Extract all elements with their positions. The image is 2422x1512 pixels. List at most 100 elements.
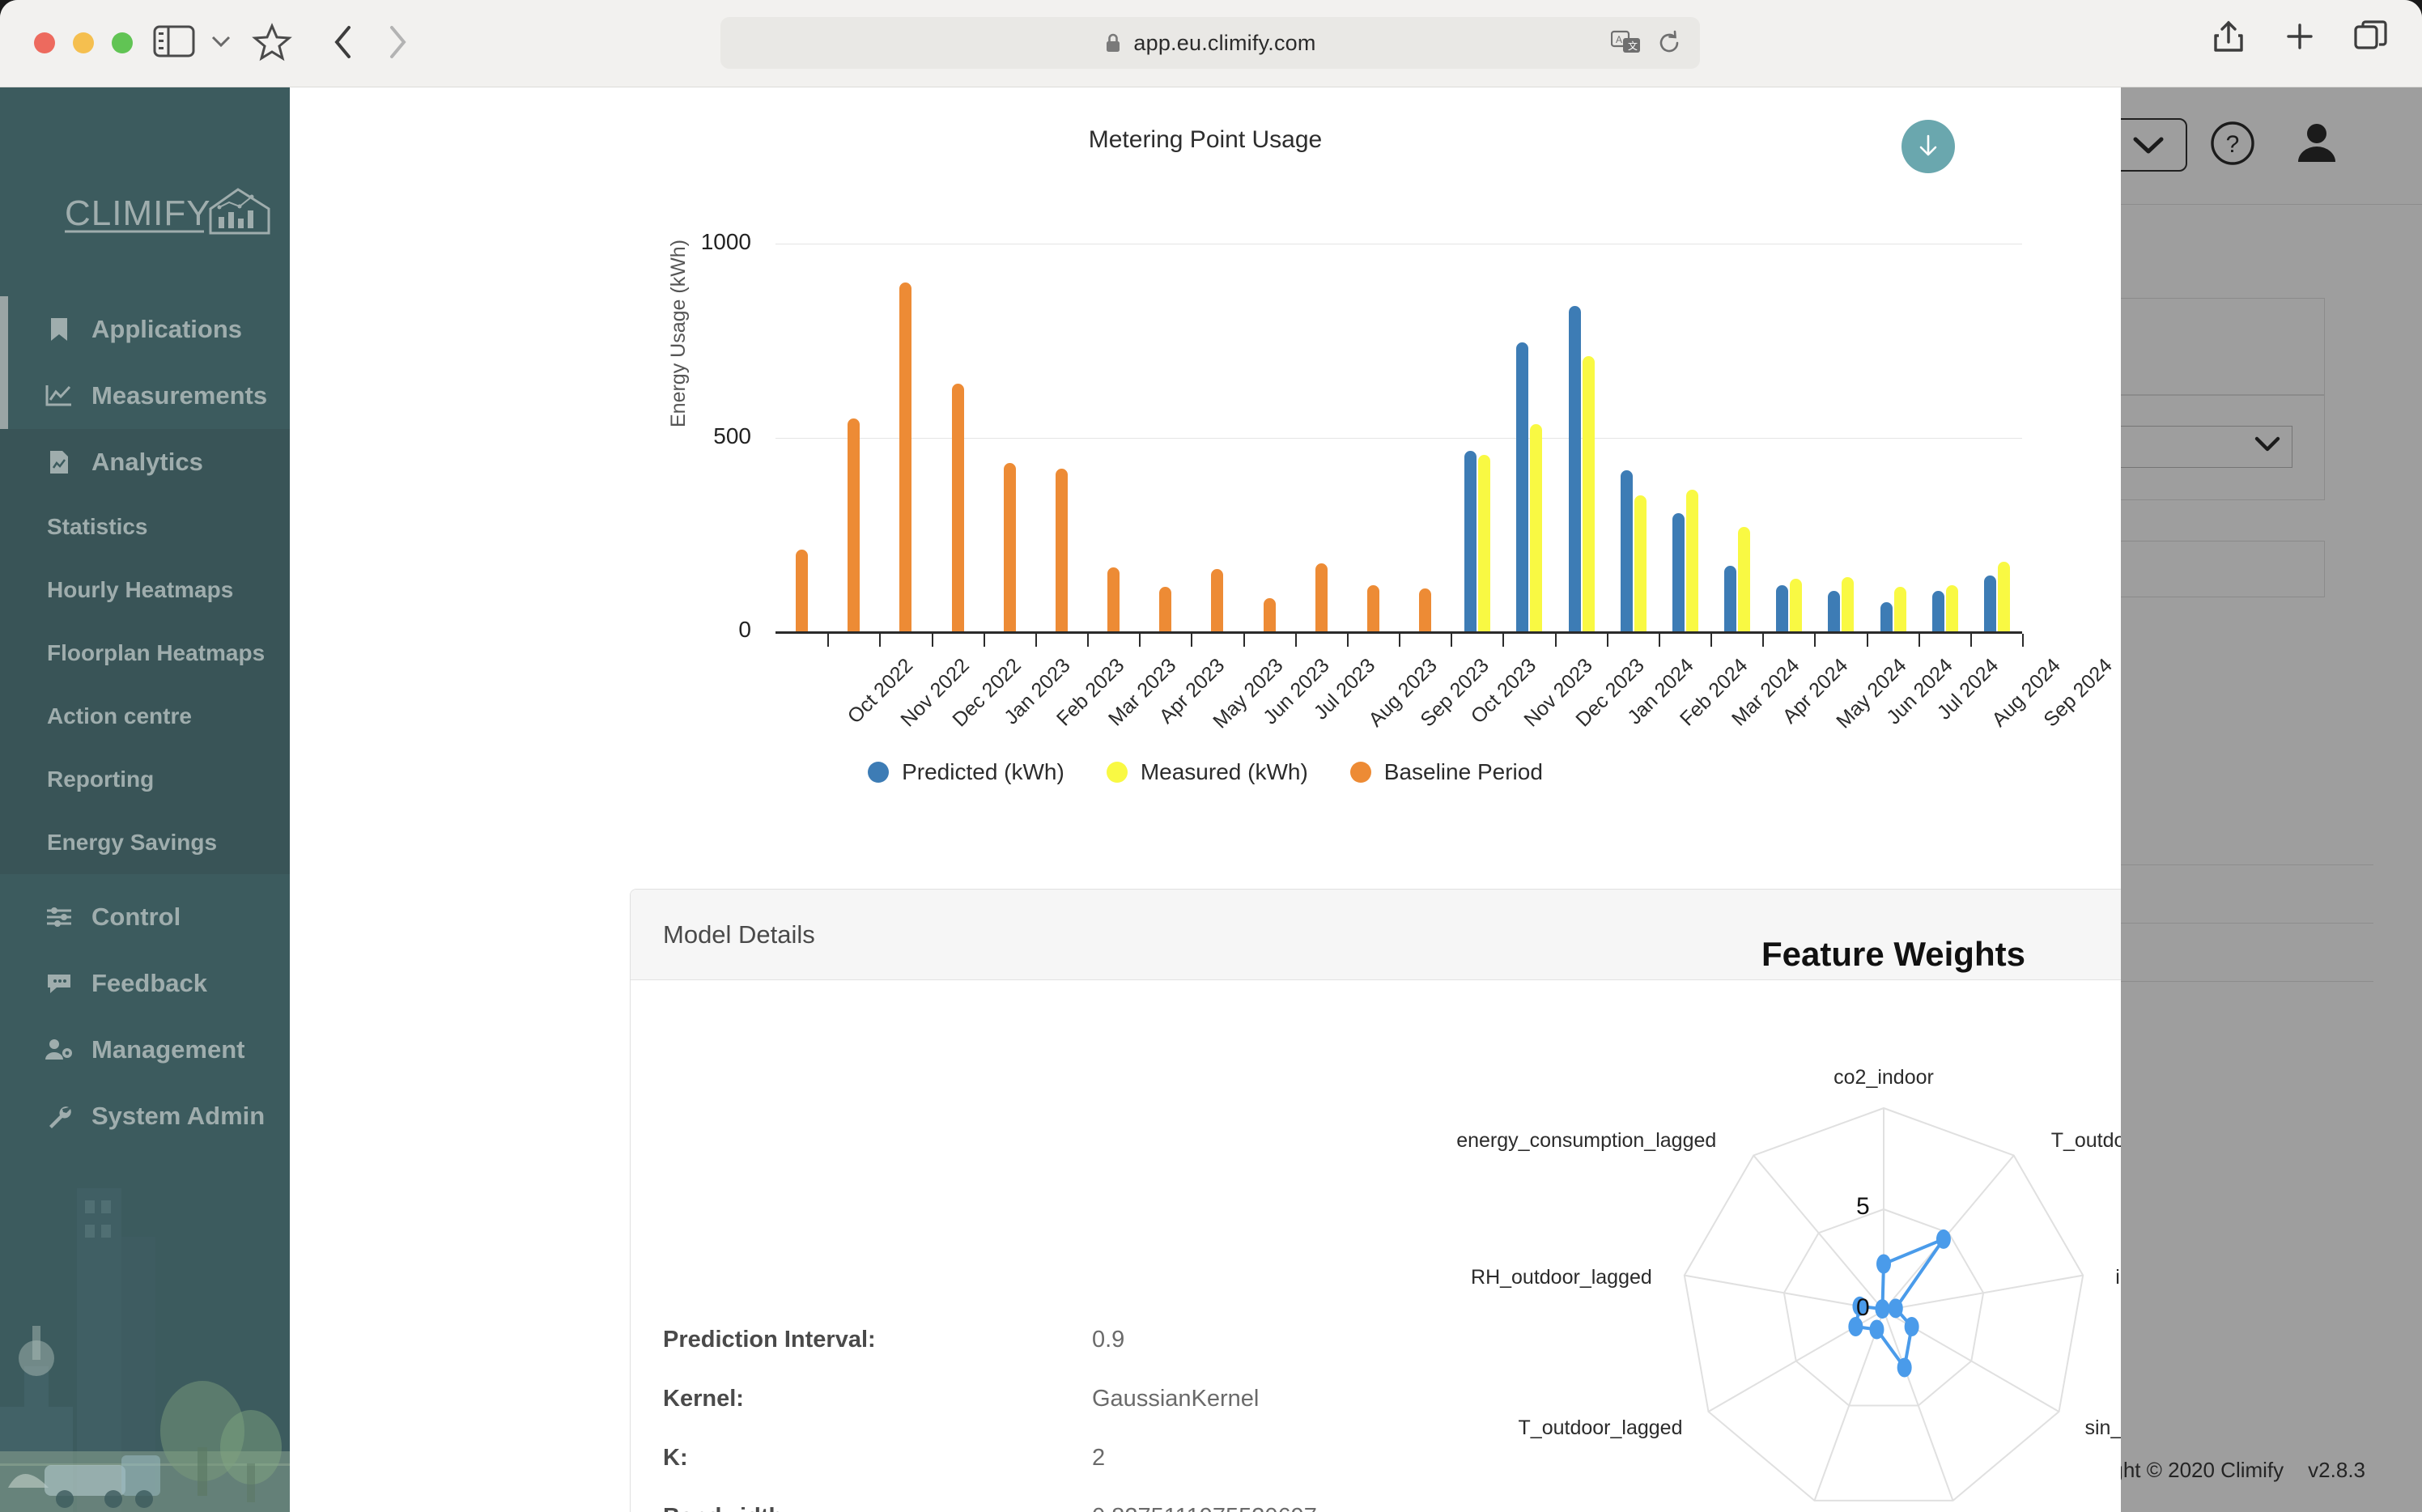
sidebar-item-floorplan-heatmaps[interactable]: Floorplan Heatmaps (0, 622, 290, 685)
detail-key: Kernel: (663, 1386, 744, 1412)
radar-data-point[interactable] (1935, 1229, 1951, 1249)
address-bar[interactable]: app.eu.climify.com A文 (720, 17, 1700, 69)
share-icon[interactable] (2210, 18, 2247, 55)
sidebar-item-control[interactable]: Control (0, 884, 290, 950)
bar-measured[interactable] (1893, 586, 1906, 631)
y-axis-tick: 0 (738, 617, 751, 642)
sidebar-toggle-icon[interactable] (152, 23, 196, 60)
bar-predicted[interactable] (1983, 575, 1996, 631)
bar-baseline[interactable] (1315, 563, 1328, 631)
x-axis-tick (983, 634, 985, 647)
radar-axis-line (1753, 1154, 1884, 1311)
radar-data-point[interactable] (1875, 1299, 1890, 1319)
sidebar-item-analytics[interactable]: Analytics (0, 429, 290, 495)
new-tab-plus-icon[interactable] (2281, 18, 2318, 55)
radar-plot-area: co2_indoor T_outdoor in_operation sin_time_… (1456, 906, 2121, 1512)
bar-baseline[interactable] (848, 418, 860, 631)
download-chart-button[interactable] (1901, 120, 1955, 173)
bar-baseline[interactable] (1055, 468, 1068, 631)
metering-point-usage-chart: Energy Usage (kWh) 0 500 1000 Oct 2022 Nov 2… (290, 185, 2121, 800)
bar-baseline[interactable] (899, 282, 912, 631)
maximize-window-button[interactable] (112, 32, 133, 53)
sidebar-chevron-down-icon[interactable] (206, 28, 236, 55)
bar-predicted[interactable] (1880, 602, 1893, 631)
radar-data-point[interactable] (1869, 1319, 1884, 1340)
sidebar-item-energy-savings[interactable]: Energy Savings (0, 811, 290, 874)
x-axis-tick (1294, 634, 1297, 647)
sidebar-item-label: Action centre (47, 703, 192, 728)
bar-baseline[interactable] (951, 383, 964, 631)
legend-item-measured[interactable]: Measured (kWh) (1106, 759, 1308, 785)
bar-predicted[interactable] (1568, 305, 1581, 631)
bar-baseline[interactable] (1366, 584, 1379, 631)
bar-measured[interactable] (1842, 576, 1855, 631)
sidebar-item-action-centre[interactable]: Action centre (0, 685, 290, 748)
bar-predicted[interactable] (1620, 470, 1633, 631)
bar-baseline[interactable] (1211, 569, 1224, 631)
bar-measured[interactable] (1478, 455, 1491, 631)
bar-baseline[interactable] (1159, 586, 1172, 631)
minimize-window-button[interactable] (73, 32, 94, 53)
sidebar-item-reporting[interactable]: Reporting (0, 748, 290, 811)
bar-measured[interactable] (1530, 423, 1543, 631)
bar-predicted[interactable] (1931, 590, 1944, 631)
legend-item-baseline[interactable]: Baseline Period (1349, 759, 1543, 785)
radar-axis-label: RH_outdoor_lagged (1471, 1265, 1652, 1289)
reload-icon[interactable] (1656, 30, 1682, 60)
bar-measured[interactable] (1790, 579, 1803, 631)
radar-data-point[interactable] (1888, 1298, 1903, 1319)
radar-data-point[interactable] (1904, 1317, 1919, 1336)
x-axis-tick (1762, 634, 1765, 647)
sidebar-item-statistics[interactable]: Statistics (0, 495, 290, 559)
bar-predicted[interactable] (1464, 451, 1477, 631)
radar-data-point[interactable] (1876, 1254, 1891, 1274)
sidebar-item-label: Energy Savings (47, 830, 218, 855)
radar-radial-tick: 0 (1856, 1294, 1870, 1321)
bar-baseline[interactable] (1419, 588, 1432, 631)
chart-title: Metering Point Usage (1088, 126, 1323, 153)
chart-plot-area: 0 500 1000 Oct 2022 Nov 2022 Dec 2022 Jan 2023… (290, 185, 2121, 800)
bar-measured[interactable] (1634, 495, 1647, 631)
bar-baseline[interactable] (1003, 462, 1016, 631)
radar-data-point[interactable] (1897, 1357, 1912, 1378)
bar-measured[interactable] (1738, 526, 1751, 631)
sidebar-item-feedback[interactable]: Feedback (0, 950, 290, 1017)
bar-predicted[interactable] (1672, 512, 1685, 631)
bar-baseline[interactable] (1263, 598, 1276, 631)
feature-weights-chart: Feature Weights co2_indoorT_outdoorin_op… (1456, 906, 2121, 1512)
back-button[interactable] (324, 21, 364, 63)
bar-predicted[interactable] (1724, 565, 1737, 631)
tab-overview-icon[interactable] (2352, 18, 2390, 55)
browser-window: app.eu.climify.com A文 ? ght © 2020 Climi… (0, 0, 2422, 1512)
x-axis-tick (1346, 634, 1349, 647)
detail-value: 0.9 (1092, 1327, 1125, 1353)
bar-predicted[interactable] (1776, 584, 1789, 631)
sidebar-item-label: Floorplan Heatmaps (47, 640, 266, 665)
sidebar-item-label: Feedback (91, 969, 208, 997)
x-axis-tick (931, 634, 933, 647)
x-axis-tick (879, 634, 882, 647)
star-icon[interactable] (251, 21, 293, 63)
bar-measured[interactable] (1582, 356, 1595, 631)
bar-measured[interactable] (1997, 561, 2010, 631)
bar-measured[interactable] (1945, 584, 1958, 631)
legend-swatch (1106, 762, 1128, 783)
sidebar-nav: Applications Measurements Analytics Stat… (0, 296, 290, 1149)
sidebar-item-system-admin[interactable]: System Admin (0, 1083, 290, 1149)
sidebar-item-applications[interactable]: Applications (0, 296, 290, 363)
sidebar-item-management[interactable]: Management (0, 1017, 290, 1083)
bar-baseline[interactable] (796, 550, 809, 631)
climify-logo[interactable]: CLIMIFY (65, 185, 275, 257)
bar-baseline[interactable] (1107, 567, 1120, 631)
bar-measured[interactable] (1685, 490, 1698, 631)
translate-icon[interactable]: A文 (1610, 30, 1642, 60)
user-cog-icon (45, 1036, 74, 1064)
sidebar-item-measurements[interactable]: Measurements (0, 363, 290, 429)
forward-button[interactable] (376, 21, 417, 63)
sidebar-item-hourly-heatmaps[interactable]: Hourly Heatmaps (0, 559, 290, 622)
close-window-button[interactable] (34, 32, 55, 53)
bar-predicted[interactable] (1516, 342, 1529, 631)
legend-item-predicted[interactable]: Predicted (kWh) (868, 759, 1064, 785)
detail-key: Bandwidth: (663, 1504, 1092, 1512)
bar-predicted[interactable] (1828, 590, 1841, 631)
